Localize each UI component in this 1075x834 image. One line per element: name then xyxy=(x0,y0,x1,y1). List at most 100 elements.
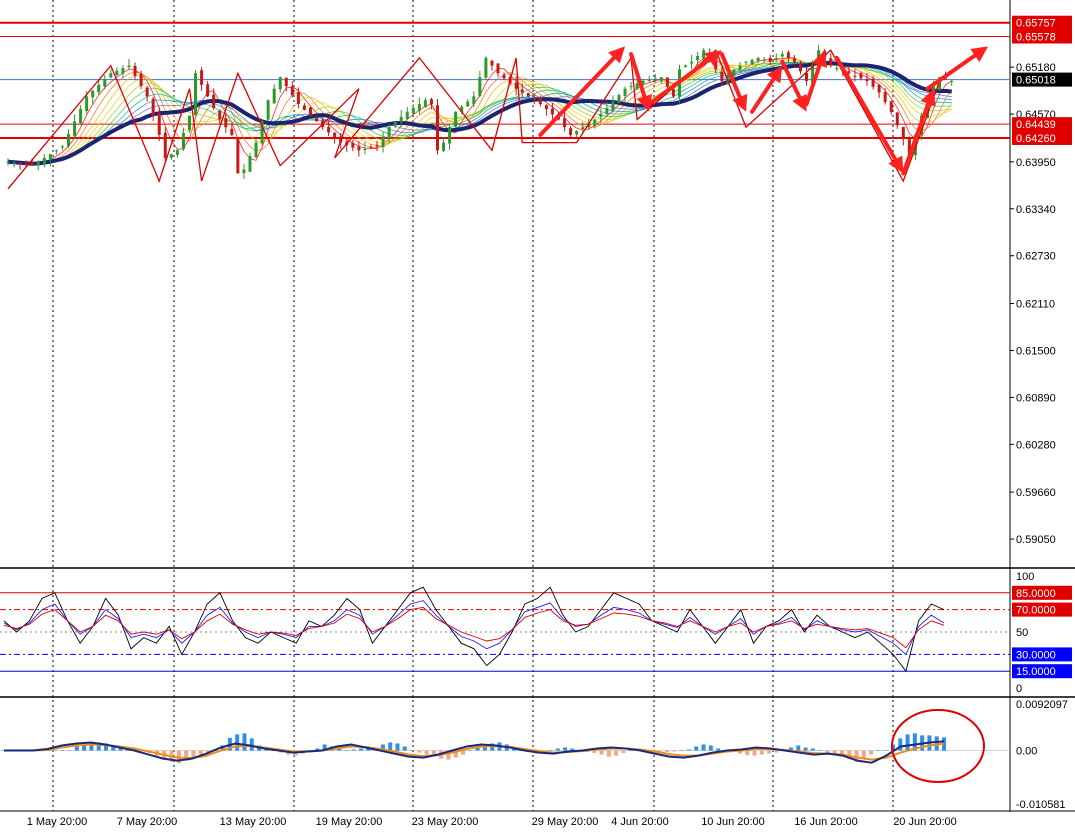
candle-body xyxy=(853,75,857,77)
macd-histogram-bar xyxy=(883,750,888,752)
macd-histogram-bar xyxy=(796,745,801,751)
macd-histogram-bar xyxy=(876,750,881,752)
candle-body xyxy=(187,115,191,131)
macd-histogram-bar xyxy=(417,750,422,753)
macd-histogram-bar xyxy=(198,750,203,755)
candle-body xyxy=(496,63,500,74)
candle-body xyxy=(48,154,52,160)
candle-body xyxy=(272,88,276,104)
candle-body xyxy=(18,162,22,164)
candle-body xyxy=(883,92,887,103)
candle-body xyxy=(538,97,542,105)
candle-body xyxy=(563,118,567,128)
candle-body xyxy=(877,84,881,93)
candle-body xyxy=(865,79,869,81)
candle-body xyxy=(308,107,312,116)
macd-histogram-bar xyxy=(716,748,721,751)
candle-body xyxy=(744,61,748,63)
oscillator-tick-label: 100 xyxy=(1016,571,1034,583)
macd-histogram-bar xyxy=(708,745,713,751)
macd-histogram-bar xyxy=(344,750,349,752)
candle[interactable] xyxy=(236,137,240,174)
candle[interactable] xyxy=(163,127,167,163)
candle-body xyxy=(611,101,615,111)
candle-body xyxy=(369,146,373,148)
candle[interactable] xyxy=(194,70,198,116)
candle-body xyxy=(502,74,506,79)
candle-body xyxy=(24,163,28,165)
oscillator-level-label: 70.0000 xyxy=(1016,605,1056,617)
macd-histogram-bar xyxy=(905,734,910,751)
candle-body xyxy=(569,128,573,135)
candle-body xyxy=(835,68,839,70)
macd-histogram-bar xyxy=(767,750,772,754)
price-level-label: 0.65757 xyxy=(1016,18,1056,30)
price-level-label: 0.64439 xyxy=(1016,119,1056,131)
macd-histogram-bar xyxy=(621,750,626,754)
macd-histogram-bar xyxy=(395,743,400,751)
macd-histogram-bar xyxy=(686,749,691,751)
macd-histogram-bar xyxy=(555,748,560,751)
candle[interactable] xyxy=(484,56,488,81)
macd-histogram-bar xyxy=(548,750,553,752)
macd-histogram-bar xyxy=(665,750,670,753)
candle-body xyxy=(218,110,222,120)
axis-tick-label: 0.60280 xyxy=(1016,439,1056,451)
candle-body xyxy=(647,79,651,81)
candle-body xyxy=(206,84,210,97)
candle-body xyxy=(357,146,361,151)
macd-histogram-bar xyxy=(60,750,65,752)
macd-histogram-bar xyxy=(67,750,72,752)
time-axis-label: 23 May 20:00 xyxy=(412,816,479,828)
macd-histogram-bar xyxy=(606,750,611,757)
macd-histogram-bar xyxy=(53,750,58,752)
candle-body xyxy=(750,59,754,65)
candle-body xyxy=(792,58,796,62)
price-level-label: 0.65578 xyxy=(1016,31,1056,43)
candle-body xyxy=(478,77,482,97)
candle-body xyxy=(472,96,476,105)
candle-body xyxy=(671,89,675,97)
macd-histogram-bar xyxy=(563,747,568,751)
oscillator-tick-label: 50 xyxy=(1016,627,1028,639)
macd-tick-label: 0.00 xyxy=(1016,746,1037,758)
macd-histogram-bar xyxy=(694,746,699,751)
forex-chart-window[interactable]: 0.65180 0.64570 0.63950 0.63340 0.62730 0.621… xyxy=(0,0,1075,829)
macd-histogram-bar xyxy=(614,750,619,756)
candle-body xyxy=(157,113,161,135)
candle-body xyxy=(315,117,319,122)
oscillator-level-label: 85.0000 xyxy=(1016,588,1056,600)
chart-canvas[interactable]: 0.651800.645700.639500.633400.627300.621… xyxy=(0,0,1075,829)
candle-body xyxy=(798,64,802,72)
macd-histogram-bar xyxy=(628,750,633,752)
candle-body xyxy=(696,55,700,61)
candle-body xyxy=(544,105,548,110)
price-level-label: 0.64260 xyxy=(1016,133,1056,145)
candle-body xyxy=(73,121,77,136)
candle-body xyxy=(333,132,337,138)
macd-histogram-bar xyxy=(759,750,764,755)
candle-body xyxy=(889,101,893,112)
candle-body xyxy=(448,127,452,144)
candle-body xyxy=(327,126,331,133)
axis-tick-label: 0.59050 xyxy=(1016,534,1056,546)
oscillator-tick-label: 0 xyxy=(1016,683,1022,695)
candle[interactable] xyxy=(454,111,458,128)
candle-body xyxy=(242,169,246,174)
candle-body xyxy=(454,111,458,127)
candle-body xyxy=(387,127,391,137)
candle-body xyxy=(623,88,627,97)
candle-body xyxy=(42,157,46,164)
candle-body xyxy=(895,112,899,126)
candle[interactable] xyxy=(308,106,312,117)
candle[interactable] xyxy=(187,115,191,133)
macd-histogram-bar xyxy=(869,750,874,755)
candle[interactable] xyxy=(266,99,270,121)
macd-histogram-bar xyxy=(752,750,757,756)
macd-histogram-bar xyxy=(235,734,240,751)
macd-histogram-bar xyxy=(599,750,604,755)
axis-tick-label: 0.60890 xyxy=(1016,392,1056,404)
candle-body xyxy=(381,136,385,148)
candle-body xyxy=(103,79,107,87)
candle[interactable] xyxy=(436,98,440,155)
